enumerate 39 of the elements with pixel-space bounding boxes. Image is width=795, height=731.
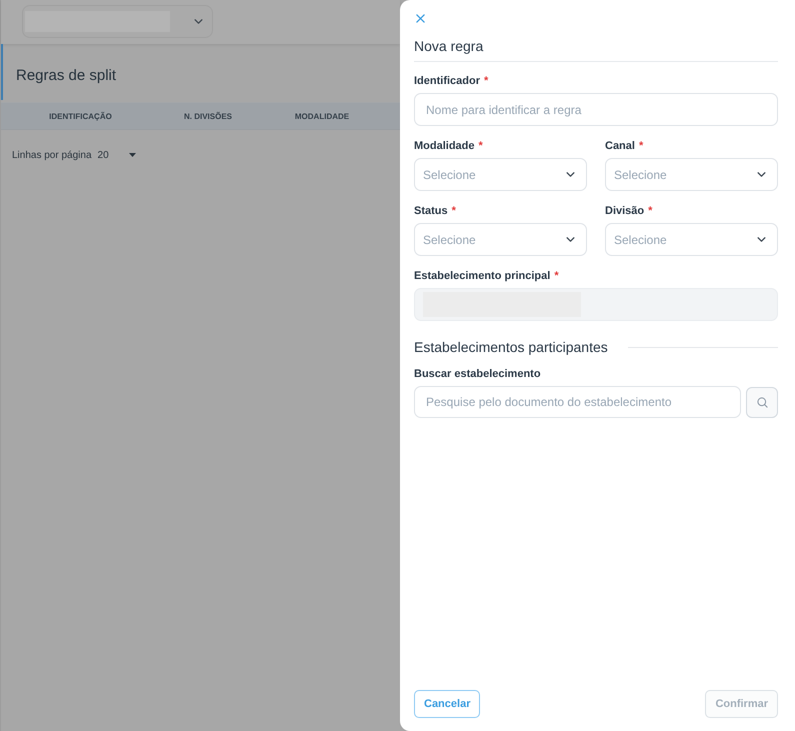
chevron-down-icon: [194, 19, 203, 24]
required-mark: *: [648, 205, 652, 217]
required-mark: *: [638, 140, 644, 152]
dropdown-field[interactable]: [22, 5, 213, 38]
field-label: Canal: [605, 140, 635, 152]
section-title: Estabelecimentos participantes: [414, 338, 608, 356]
chevron-down-icon: [757, 172, 766, 177]
field-label: Buscar estabelecimento: [414, 367, 541, 381]
dropdown-field[interactable]: Selecione: [414, 223, 587, 256]
drawer-title: Nova regra: [414, 37, 484, 55]
dropdown-field[interactable]: Selecione: [605, 158, 778, 191]
dropdown-field[interactable]: Selecione: [414, 158, 587, 191]
page-title: Regras de split: [15, 66, 116, 86]
field-label: Estabelecimento principal: [414, 270, 550, 282]
field-label: Modalidade: [414, 140, 475, 152]
required-mark: *: [554, 270, 559, 282]
dropdown-field[interactable]: Selecione: [605, 223, 778, 256]
search-button[interactable]: [746, 386, 778, 418]
required-mark: *: [484, 75, 488, 87]
search-field[interactable]: Pesquise pelo documento do estabelecimento: [414, 386, 741, 418]
chevron-down-icon: [566, 172, 575, 177]
column-header: IDENTIFICAÇÃO: [49, 112, 112, 120]
caret-down-icon: [128, 153, 136, 157]
close-icon[interactable]: [416, 14, 425, 23]
accent-bar: [1, 44, 3, 100]
field-label: Identificador: [414, 75, 480, 87]
search-icon: [756, 396, 768, 408]
input-field[interactable]: Nome para identificar a regra: [414, 93, 778, 126]
column-header: N. DIVISÕES: [184, 112, 232, 120]
column-header: MODALIDADE: [294, 112, 350, 120]
field-label: Divisão: [605, 205, 644, 217]
chevron-down-icon: [757, 237, 766, 242]
action-button[interactable]: Cancelar: [414, 690, 480, 718]
rows-per-page-select[interactable]: 20: [98, 150, 136, 160]
chevron-down-icon: [566, 237, 575, 242]
required-mark: *: [452, 205, 456, 217]
rows-per-page-label: Linhas por página: [12, 150, 92, 160]
field-label: Status: [414, 205, 448, 217]
required-mark: *: [478, 140, 483, 152]
